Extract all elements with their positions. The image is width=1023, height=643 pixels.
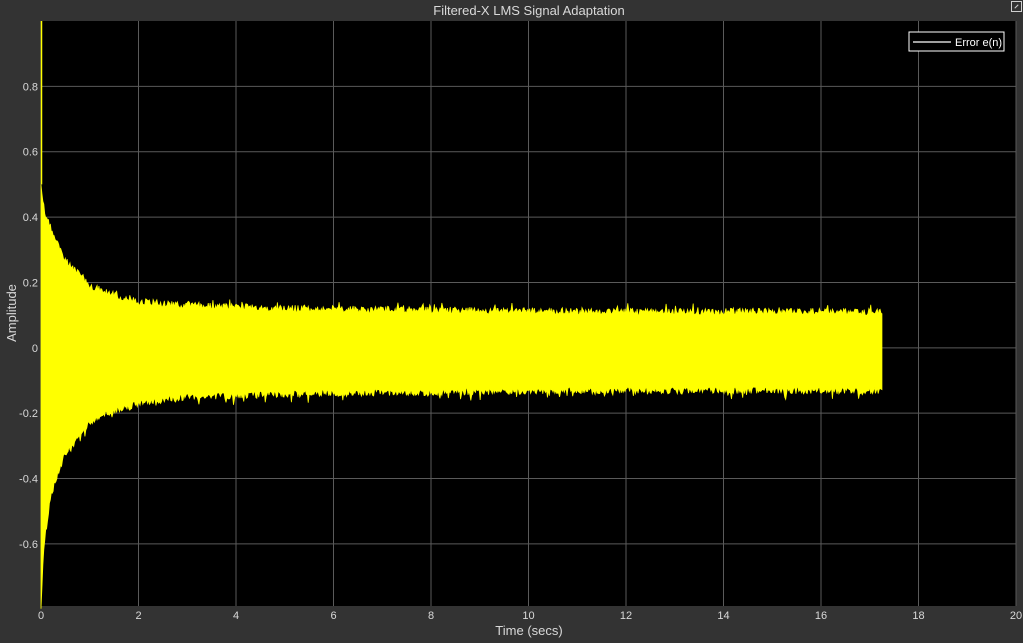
x-tick-label: 12 bbox=[620, 610, 632, 622]
x-tick-label: 10 bbox=[522, 610, 534, 622]
chart: Filtered-X LMS Signal Adaptation 0 2 4 6 8 10… bbox=[4, 3, 1022, 638]
undock-arrow-icon[interactable] bbox=[1011, 1, 1022, 12]
x-tick-label: 0 bbox=[38, 610, 44, 622]
x-tick-label: 2 bbox=[135, 610, 141, 622]
y-tick-label: 0.8 bbox=[23, 81, 38, 93]
x-tick-label: 16 bbox=[815, 610, 827, 622]
x-tick-label: 6 bbox=[330, 610, 336, 622]
y-tick-label: -0.2 bbox=[19, 408, 38, 420]
chart-title: Filtered-X LMS Signal Adaptation bbox=[433, 3, 625, 18]
y-tick-labels: -0.6 -0.4 -0.2 0 0.2 0.4 0.6 0.8 bbox=[19, 81, 38, 551]
y-tick-label: -0.4 bbox=[19, 474, 38, 486]
figure-window: Filtered-X LMS Signal Adaptation 0 2 4 6 8 10… bbox=[0, 0, 1023, 643]
legend[interactable]: Error e(n) bbox=[908, 31, 1005, 52]
y-axis-label: Amplitude bbox=[4, 284, 19, 342]
x-tick-label: 8 bbox=[428, 610, 434, 622]
x-tick-label: 18 bbox=[912, 610, 924, 622]
x-tick-label: 14 bbox=[717, 610, 729, 622]
y-tick-label: 0.6 bbox=[23, 147, 38, 159]
y-tick-label: -0.6 bbox=[19, 539, 38, 551]
y-tick-label: 0.2 bbox=[23, 277, 38, 289]
x-tick-label: 20 bbox=[1010, 610, 1022, 622]
y-tick-label: 0 bbox=[32, 343, 38, 355]
x-tick-labels: 0 2 4 6 8 10 12 14 16 18 20 bbox=[38, 610, 1022, 622]
y-tick-label: 0.4 bbox=[23, 212, 38, 224]
x-tick-label: 4 bbox=[233, 610, 239, 622]
legend-label: Error e(n) bbox=[955, 37, 1002, 49]
x-axis-label: Time (secs) bbox=[495, 623, 562, 638]
